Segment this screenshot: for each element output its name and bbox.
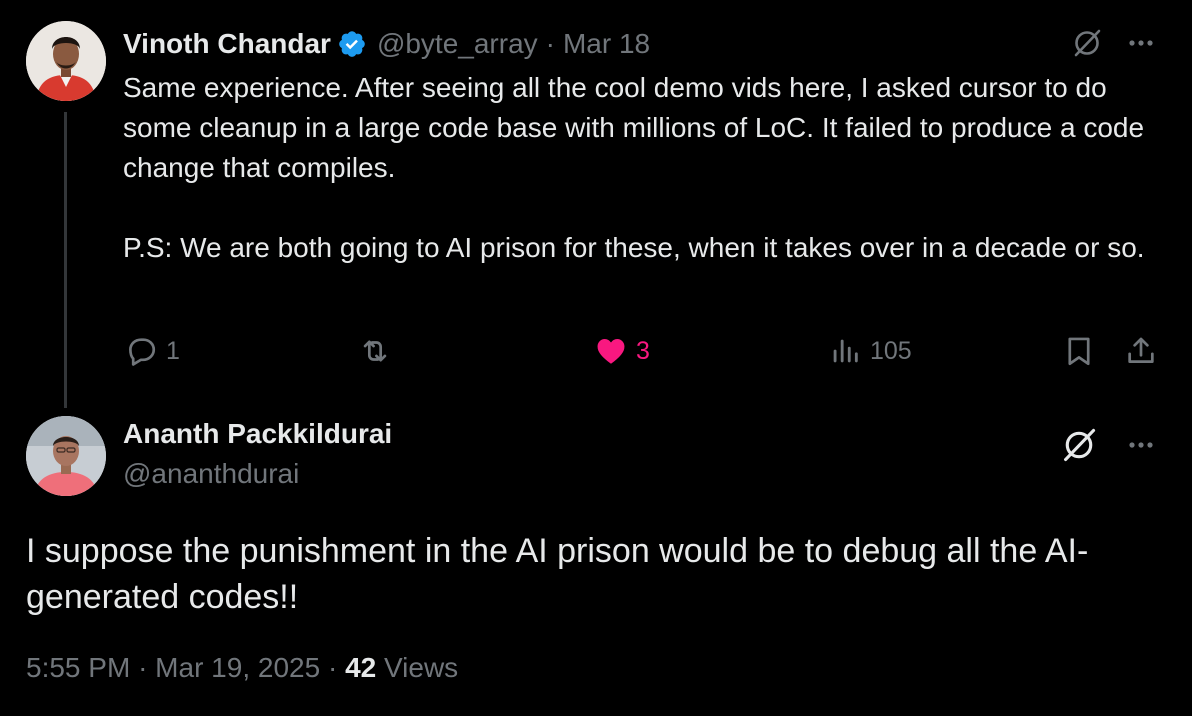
reply-icon <box>129 338 156 366</box>
main-author-name[interactable]: Ananth Packkildurai <box>123 418 392 450</box>
retweet-action[interactable] <box>358 334 400 368</box>
verified-badge-icon <box>339 31 365 57</box>
separator: · <box>327 652 338 683</box>
tweet-time[interactable]: 5:55 PM <box>26 652 130 683</box>
main-author-handle[interactable]: @ananthdurai <box>123 458 299 490</box>
reply-tweet-text: Same experience. After seeing all the co… <box>123 68 1173 268</box>
views-icon <box>833 339 858 363</box>
more-icon[interactable] <box>1124 428 1158 462</box>
share-icon[interactable] <box>1124 334 1158 368</box>
tweet-date[interactable]: Mar 18 <box>563 28 650 60</box>
author-name[interactable]: Vinoth Chandar <box>123 28 331 60</box>
avatar-ananth[interactable] <box>26 416 106 496</box>
avatar-vinoth[interactable] <box>26 21 106 101</box>
views-label: Views <box>384 652 459 683</box>
views-count: 105 <box>870 336 912 365</box>
grok-icon[interactable] <box>1060 426 1098 464</box>
more-icon[interactable] <box>1124 26 1158 60</box>
views-action[interactable]: 105 <box>828 334 912 368</box>
tweet-date[interactable]: Mar 19, 2025 <box>155 652 320 683</box>
reply-count: 1 <box>166 336 180 365</box>
tweet-meta: 5:55 PM · Mar 19, 2025 · 42 Views <box>26 652 458 684</box>
reply-tweet-header: Vinoth Chandar @byte_array · Mar 18 <box>123 24 650 64</box>
author-handle[interactable]: @byte_array <box>377 28 538 60</box>
main-tweet-text: I suppose the punishment in the AI priso… <box>26 532 1089 616</box>
separator: · <box>138 652 148 683</box>
bookmark-icon[interactable] <box>1062 334 1096 368</box>
retweet-icon <box>363 340 387 362</box>
views-count[interactable]: 42 <box>345 652 376 683</box>
reply-action[interactable]: 1 <box>124 334 180 368</box>
separator: · <box>545 28 555 59</box>
like-action[interactable]: 3 <box>594 334 650 368</box>
like-count: 3 <box>636 336 650 365</box>
heart-icon <box>597 338 625 364</box>
grok-icon[interactable] <box>1070 26 1104 60</box>
reply-paragraph-1: Same experience. After seeing all the co… <box>123 72 1145 183</box>
thread-line <box>64 112 67 408</box>
reply-paragraph-2: P.S: We are both going to AI prison for … <box>123 232 1145 263</box>
